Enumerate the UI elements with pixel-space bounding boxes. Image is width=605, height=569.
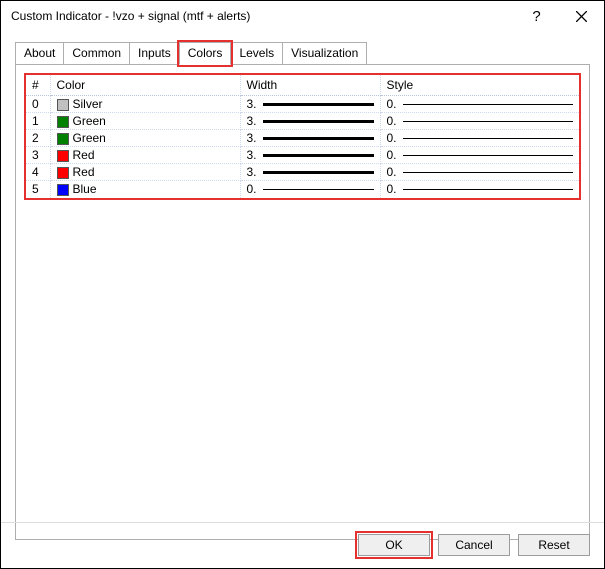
width-preview-icon (263, 103, 374, 106)
cell-idx: 2 (26, 130, 50, 147)
width-value: 3. (247, 131, 257, 145)
table-row[interactable]: 1 Green 3. 0. (26, 113, 579, 130)
color-swatch-icon (57, 116, 69, 128)
cell-style[interactable]: 0. (380, 96, 579, 113)
close-button[interactable] (559, 1, 604, 31)
tab-common[interactable]: Common (63, 42, 130, 65)
colors-table-highlight: # Color Width Style 0Silver3.0.1Green3.0… (24, 73, 581, 200)
col-header-idx[interactable]: # (26, 75, 50, 96)
reset-button[interactable]: Reset (518, 534, 590, 556)
color-swatch-icon (57, 133, 69, 145)
cell-width[interactable]: 3. (240, 164, 380, 181)
cell-idx: 3 (26, 147, 50, 164)
style-value: 0. (387, 97, 397, 111)
cancel-button[interactable]: Cancel (438, 534, 510, 556)
style-value: 0. (387, 182, 397, 196)
tab-content: # Color Width Style 0Silver3.0.1Green3.0… (15, 64, 590, 540)
color-name: Red (73, 165, 95, 179)
tab-levels[interactable]: Levels (230, 42, 283, 65)
style-preview-icon (403, 189, 573, 190)
style-value: 0. (387, 114, 397, 128)
color-name: Blue (73, 182, 97, 196)
dialog-buttons: OK Cancel Reset (358, 534, 590, 556)
cell-color[interactable]: Blue (50, 181, 240, 198)
table-row[interactable]: 4 Red 3. 0. (26, 164, 579, 181)
tabstrip: About Common Inputs Colors Levels Visual… (15, 41, 604, 64)
cell-style[interactable]: 0. (380, 164, 579, 181)
width-preview-icon (263, 154, 374, 157)
table-row[interactable]: 0 Silver 3. 0. (26, 96, 579, 113)
width-value: 3. (247, 148, 257, 162)
table-row[interactable]: 2 Green 3. 0. (26, 130, 579, 147)
width-preview-icon (263, 120, 374, 123)
col-header-style[interactable]: Style (380, 75, 579, 96)
cell-color[interactable]: Red (50, 164, 240, 181)
cell-width[interactable]: 3. (240, 147, 380, 164)
cell-style[interactable]: 0. (380, 130, 579, 147)
separator (1, 522, 604, 523)
tab-visualization[interactable]: Visualization (282, 42, 367, 65)
color-swatch-icon (57, 150, 69, 162)
tab-about[interactable]: About (15, 42, 64, 65)
cell-style[interactable]: 0. (380, 181, 579, 198)
color-swatch-icon (57, 167, 69, 179)
tab-colors[interactable]: Colors (179, 42, 232, 65)
cell-idx: 0 (26, 96, 50, 113)
color-name: Red (73, 148, 95, 162)
width-preview-icon (263, 189, 374, 190)
style-value: 0. (387, 148, 397, 162)
color-swatch-icon (57, 184, 69, 196)
style-value: 0. (387, 131, 397, 145)
color-name: Green (73, 131, 106, 145)
width-value: 0. (247, 182, 257, 196)
cell-color[interactable]: Red (50, 147, 240, 164)
cell-style[interactable]: 0. (380, 147, 579, 164)
width-value: 3. (247, 97, 257, 111)
cell-idx: 4 (26, 164, 50, 181)
cell-width[interactable]: 3. (240, 130, 380, 147)
width-preview-icon (263, 137, 374, 140)
color-name: Silver (73, 97, 103, 111)
colors-table: # Color Width Style 0Silver3.0.1Green3.0… (26, 75, 579, 198)
table-row[interactable]: 3 Red 3. 0. (26, 147, 579, 164)
cell-width[interactable]: 3. (240, 113, 380, 130)
color-name: Green (73, 114, 106, 128)
tab-inputs[interactable]: Inputs (129, 42, 180, 65)
cell-style[interactable]: 0. (380, 113, 579, 130)
width-preview-icon (263, 171, 374, 174)
cell-idx: 5 (26, 181, 50, 198)
style-preview-icon (403, 121, 573, 122)
titlebar: Custom Indicator - !vzo + signal (mtf + … (1, 1, 604, 31)
width-value: 3. (247, 114, 257, 128)
style-preview-icon (403, 104, 573, 105)
style-preview-icon (403, 138, 573, 139)
cell-color[interactable]: Silver (50, 96, 240, 113)
close-icon (576, 11, 587, 22)
cell-idx: 1 (26, 113, 50, 130)
cell-color[interactable]: Green (50, 130, 240, 147)
help-button[interactable]: ? (514, 1, 559, 31)
col-header-color[interactable]: Color (50, 75, 240, 96)
ok-button[interactable]: OK (358, 534, 430, 556)
width-value: 3. (247, 165, 257, 179)
color-swatch-icon (57, 99, 69, 111)
style-preview-icon (403, 155, 573, 156)
style-value: 0. (387, 165, 397, 179)
table-row[interactable]: 5 Blue 0. 0. (26, 181, 579, 198)
cell-color[interactable]: Green (50, 113, 240, 130)
cell-width[interactable]: 0. (240, 181, 380, 198)
col-header-width[interactable]: Width (240, 75, 380, 96)
style-preview-icon (403, 172, 573, 173)
window-title: Custom Indicator - !vzo + signal (mtf + … (11, 9, 514, 23)
cell-width[interactable]: 3. (240, 96, 380, 113)
